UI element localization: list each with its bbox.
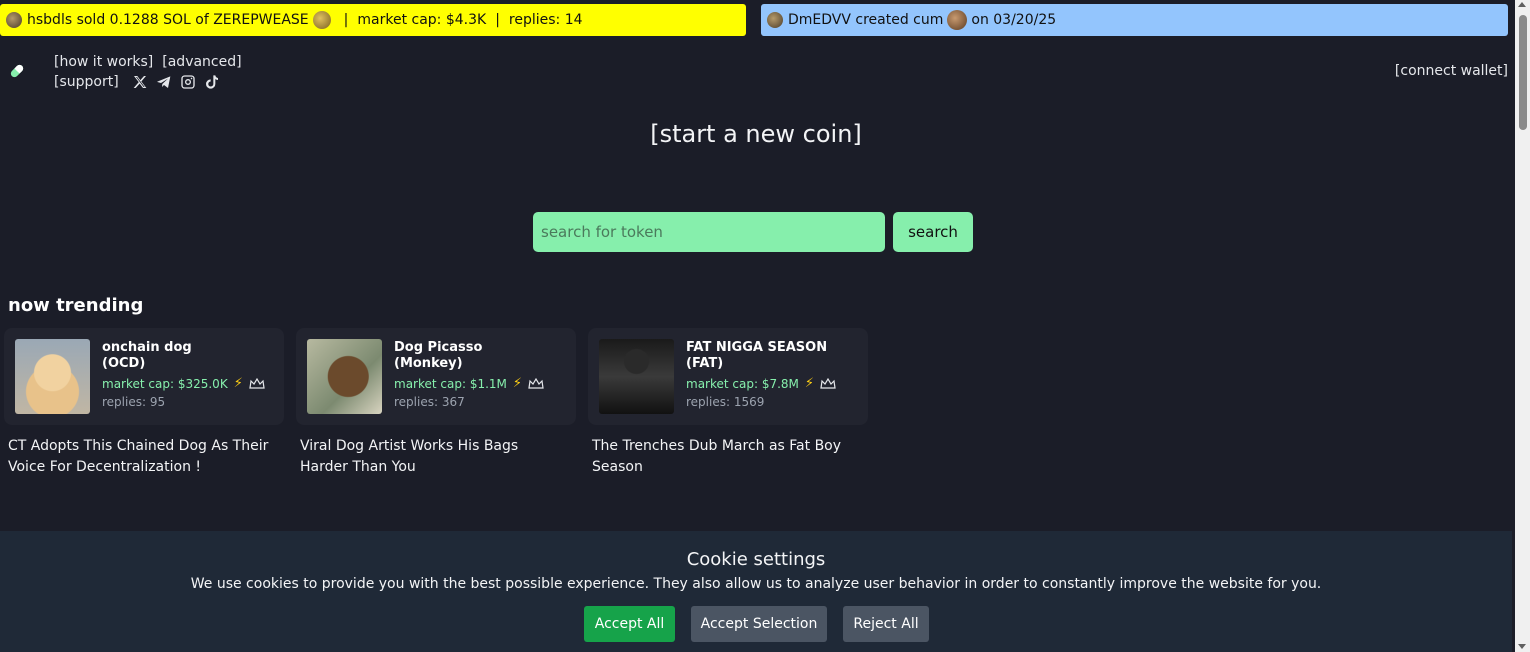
ticker-separator: | [343,12,349,28]
coin-avatar-icon [312,11,331,29]
coin-market-cap: market cap: $7.8M [686,376,799,391]
coin-image [15,339,90,414]
pill-logo-icon[interactable] [8,62,26,80]
trending-card[interactable]: Dog Picasso (Monkey) market cap: $1.1M ⚡… [296,328,576,425]
lightning-icon: ⚡ [233,376,243,391]
start-new-coin-link[interactable]: [start a new coin] [0,120,1512,148]
coin-ticker: (FAT) [686,356,724,371]
coin-image [307,339,382,414]
coin-replies: replies: 1569 [686,395,765,409]
scroll-thumb[interactable] [1519,15,1527,130]
lightning-icon: ⚡ [512,376,523,391]
coin-name: onchain dog [102,340,192,355]
top-nav: [how it works] [advanced] [support] [54,52,242,92]
cookie-text: We use cookies to provide you with the b… [190,576,1322,592]
ticker-create-text[interactable]: DmEDVV created cum [788,12,943,28]
coin-market-cap: market cap: $325.0K [102,376,228,391]
trending-card[interactable]: FAT NIGGA SEASON (FAT) market cap: $7.8M… [588,328,868,425]
crown-icon [820,377,836,389]
ticker-market-cap: market cap: $4.3K [357,12,487,28]
user-avatar-icon [6,12,22,28]
scroll-down-arrow-icon[interactable] [1518,644,1526,649]
coin-image [599,339,674,414]
search-button[interactable]: search [893,212,973,252]
user-avatar-icon [767,12,783,28]
ticker-sell-banner[interactable]: hsbdls sold 0.1288 SOL of ZEREPWEASE | m… [0,4,746,36]
support-link[interactable]: [support] [54,74,119,90]
ticker-replies: replies: 14 [508,12,583,28]
ticker-create-date: on 03/20/25 [971,12,1057,28]
trending-headline[interactable]: CT Adopts This Chained Dog As Their Voic… [8,436,278,478]
coin-name: FAT NIGGA SEASON [686,340,828,355]
scroll-up-arrow-icon[interactable] [1518,2,1526,7]
coin-avatar-icon [947,10,968,30]
coin-ticker: (Monkey) [394,356,463,371]
advanced-link[interactable]: [advanced] [162,54,241,70]
tiktok-icon[interactable] [204,74,220,90]
telegram-icon[interactable] [156,74,172,90]
lightning-icon: ⚡ [804,376,815,391]
ticker-create-banner[interactable]: DmEDVV created cum on 03/20/25 [761,4,1508,36]
reject-all-button[interactable]: Reject All [843,606,929,642]
accept-all-button[interactable]: Accept All [584,606,675,642]
ticker-sell-text[interactable]: hsbdls sold 0.1288 SOL of ZEREPWEASE [27,12,309,28]
coin-name: Dog Picasso [394,340,483,355]
coin-ticker: (OCD) [102,356,146,371]
coin-replies: replies: 95 [102,395,166,409]
trending-headline[interactable]: The Trenches Dub March as Fat Boy Season [592,436,862,478]
ticker-separator: | [495,12,500,28]
x-icon[interactable] [132,74,148,90]
trending-headline[interactable]: Viral Dog Artist Works His Bags Harder T… [300,436,570,478]
scrollbar[interactable] [1515,0,1530,652]
trending-card[interactable]: onchain dog (OCD) market cap: $325.0K ⚡ … [4,328,284,425]
coin-replies: replies: 367 [394,395,465,409]
trending-title: now trending [8,295,144,316]
search-input[interactable] [533,212,885,252]
instagram-icon[interactable] [180,74,196,90]
accept-selection-button[interactable]: Accept Selection [691,606,827,642]
connect-wallet-button[interactable]: [connect wallet] [1395,63,1508,79]
crown-icon [528,377,544,389]
social-links [132,74,220,90]
cookie-banner: Cookie settings We use cookies to provid… [0,531,1512,652]
cookie-title: Cookie settings [686,549,826,570]
crown-icon [249,377,265,389]
how-it-works-link[interactable]: [how it works] [54,54,153,70]
coin-market-cap: market cap: $1.1M [394,376,507,391]
